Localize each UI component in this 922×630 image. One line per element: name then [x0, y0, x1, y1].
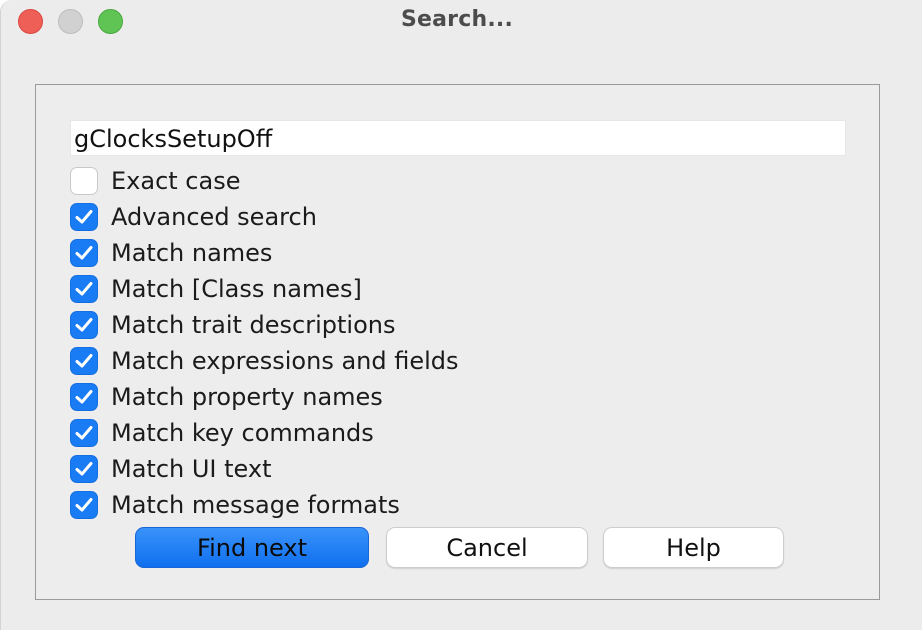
match-trait-descriptions-checkbox[interactable]: Match trait descriptions	[70, 310, 396, 340]
title-bar[interactable]: Search...	[1, 0, 922, 44]
checkbox-label: Match property names	[111, 383, 383, 411]
match-expressions-and-fields-checkbox[interactable]: Match expressions and fields	[70, 346, 459, 376]
checkbox-box[interactable]	[70, 455, 98, 483]
exact-case-checkbox[interactable]: Exact case	[70, 166, 240, 196]
checkbox-label: Match key commands	[111, 419, 374, 447]
checkbox-label: Match UI text	[111, 455, 272, 483]
match-message-formats-checkbox[interactable]: Match message formats	[70, 490, 400, 520]
checkbox-box[interactable]	[70, 419, 98, 447]
checkmark-icon	[75, 426, 93, 440]
checkmark-icon	[75, 498, 93, 512]
checkmark-icon	[75, 390, 93, 404]
match-class-names-checkbox[interactable]: Match [Class names]	[70, 274, 362, 304]
checkbox-label: Advanced search	[111, 203, 317, 231]
advanced-search-checkbox[interactable]: Advanced search	[70, 202, 317, 232]
checkmark-icon	[75, 246, 93, 260]
checkbox-label: Exact case	[111, 167, 241, 195]
checkbox-label: Match expressions and fields	[111, 347, 459, 375]
match-names-checkbox[interactable]: Match names	[70, 238, 272, 268]
checkmark-icon	[75, 462, 93, 476]
checkbox-box[interactable]	[70, 311, 98, 339]
match-key-commands-checkbox[interactable]: Match key commands	[70, 418, 374, 448]
checkbox-box[interactable]	[70, 383, 98, 411]
checkbox-label: Match message formats	[111, 491, 400, 519]
search-input[interactable]	[70, 120, 846, 156]
checkbox-label: Match names	[111, 239, 273, 267]
checkbox-box[interactable]	[70, 347, 98, 375]
checkmark-icon	[75, 318, 93, 332]
checkmark-icon	[75, 282, 93, 296]
checkbox-box[interactable]	[70, 239, 98, 267]
checkbox-box[interactable]	[70, 491, 98, 519]
find-next-button[interactable]: Find next	[135, 527, 369, 568]
checkbox-box[interactable]	[70, 203, 98, 231]
checkbox-box[interactable]	[70, 275, 98, 303]
checkbox-label: Match [Class names]	[111, 275, 362, 303]
checkmark-icon	[75, 354, 93, 368]
search-options-panel	[35, 84, 880, 600]
window-title: Search...	[400, 7, 514, 32]
search-dialog: Search... Exact case Advanced search Mat…	[0, 0, 922, 630]
checkmark-icon	[75, 210, 93, 224]
cancel-button[interactable]: Cancel	[386, 527, 588, 568]
checkbox-box[interactable]	[70, 167, 98, 195]
help-button[interactable]: Help	[603, 527, 784, 568]
match-property-names-checkbox[interactable]: Match property names	[70, 382, 383, 412]
checkbox-label: Match trait descriptions	[111, 311, 396, 339]
match-ui-text-checkbox[interactable]: Match UI text	[70, 454, 272, 484]
